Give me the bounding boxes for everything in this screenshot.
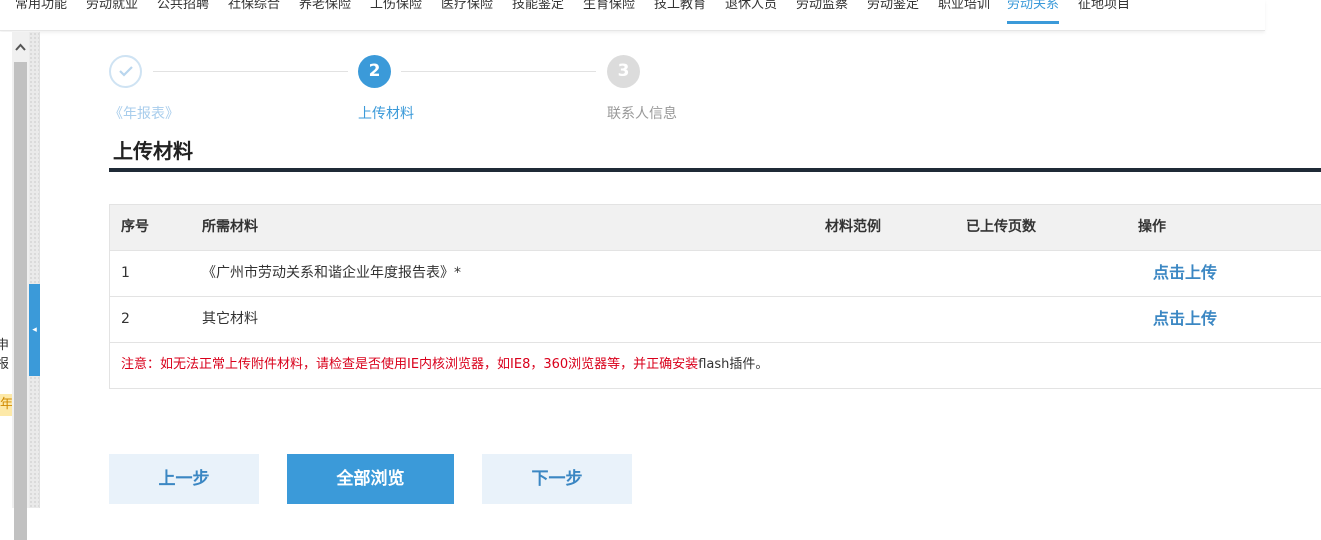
- left-fragment-text: 申报: [0, 338, 10, 372]
- nav-item-common[interactable]: 常用功能: [15, 0, 67, 24]
- left-fragment-highlight: 年: [0, 394, 12, 416]
- nav-item-social-security[interactable]: 社保综合: [228, 0, 280, 24]
- section-title: 上传材料: [113, 139, 193, 163]
- nav-item-employment[interactable]: 劳动就业: [86, 0, 138, 24]
- header-example: 材料范例: [825, 219, 881, 235]
- table-header: 序号 所需材料 材料范例 已上传页数 操作: [110, 205, 1321, 251]
- nav-item-public-recruitment[interactable]: 公共招聘: [157, 0, 209, 24]
- step-2-circle: 2: [358, 55, 391, 88]
- step-1-circle: [109, 55, 142, 88]
- nav-item-labor-relations[interactable]: 劳动关系: [1007, 0, 1060, 24]
- nav-item-pension[interactable]: 养老保险: [299, 0, 351, 24]
- step-1-label[interactable]: 《年报表》: [109, 103, 179, 123]
- step-3-circle: 3: [607, 55, 640, 88]
- header-index: 序号: [121, 219, 149, 235]
- top-nav: 常用功能 劳动就业 公共招聘 社保综合 养老保险 工伤保险 医疗保险 技能鉴定 …: [0, 0, 1265, 31]
- next-step-button[interactable]: 下一步: [482, 454, 632, 504]
- nav-item-technical-education[interactable]: 技工教育: [654, 0, 706, 24]
- scroll-up-arrow-icon[interactable]: [12, 40, 29, 56]
- table-row: 1 《广州市劳动关系和谐企业年度报告表》* 点击上传: [110, 251, 1321, 297]
- row-index: 2: [121, 311, 130, 327]
- nav-item-vocational-training[interactable]: 职业培训: [938, 0, 990, 24]
- row-material: 其它材料: [202, 311, 258, 327]
- upload-notice: 注意：如无法正常上传附件材料，请检查是否使用IE内核浏览器，如IE8，360浏览…: [121, 343, 768, 387]
- step-3-label: 联系人信息: [607, 106, 677, 122]
- collapse-sidebar-button[interactable]: ◂: [29, 284, 40, 376]
- step-connector: [153, 71, 348, 72]
- nav-item-labor-appraisal[interactable]: 劳动鉴定: [867, 0, 919, 24]
- row-material: 《广州市劳动关系和谐企业年度报告表》*: [202, 265, 461, 281]
- section-divider: [109, 168, 1321, 172]
- nav-item-maternity[interactable]: 生育保险: [583, 0, 635, 24]
- header-action: 操作: [1138, 219, 1166, 235]
- upload-link[interactable]: 点击上传: [1153, 259, 1217, 283]
- row-index: 1: [121, 265, 130, 281]
- nav-item-medical[interactable]: 医疗保险: [441, 0, 493, 24]
- upload-notice-main: 注意：如无法正常上传附件材料，请检查是否使用IE内核浏览器，如IE8，360浏览…: [121, 357, 699, 372]
- left-panel-fragment: 申报 年: [0, 32, 12, 508]
- upload-notice-tail: flash插件。: [698, 357, 769, 372]
- check-icon: [118, 66, 133, 77]
- materials-table: 序号 所需材料 材料范例 已上传页数 操作 1 《广州市劳动关系和谐企业年度报告…: [109, 204, 1321, 389]
- prev-step-button[interactable]: 上一步: [109, 454, 259, 504]
- vertical-scrollbar[interactable]: [12, 32, 29, 540]
- nav-item-work-injury[interactable]: 工伤保险: [370, 0, 422, 24]
- header-uploaded-pages: 已上传页数: [966, 219, 1036, 235]
- upload-link[interactable]: 点击上传: [1153, 305, 1217, 329]
- preview-all-button[interactable]: 全部浏览: [287, 454, 454, 504]
- scrollbar-thumb[interactable]: [14, 62, 27, 540]
- nav-item-land-acquisition[interactable]: 征地项目: [1078, 0, 1130, 24]
- nav-item-retirees[interactable]: 退休人员: [725, 0, 777, 24]
- step-connector: [401, 71, 596, 72]
- step-2-label: 上传材料: [358, 106, 414, 122]
- nav-item-labor-inspection[interactable]: 劳动监察: [796, 0, 848, 24]
- chevron-left-icon: ◂: [32, 325, 37, 335]
- notice-row: 注意：如无法正常上传附件材料，请检查是否使用IE内核浏览器，如IE8，360浏览…: [110, 343, 1321, 389]
- header-material: 所需材料: [202, 219, 258, 235]
- step-indicator: 2 3 《年报表》 上传材料 联系人信息: [109, 55, 709, 125]
- sidebar-splitter[interactable]: [29, 32, 40, 508]
- table-row: 2 其它材料 点击上传: [110, 297, 1321, 343]
- nav-item-skill-appraisal[interactable]: 技能鉴定: [512, 0, 564, 24]
